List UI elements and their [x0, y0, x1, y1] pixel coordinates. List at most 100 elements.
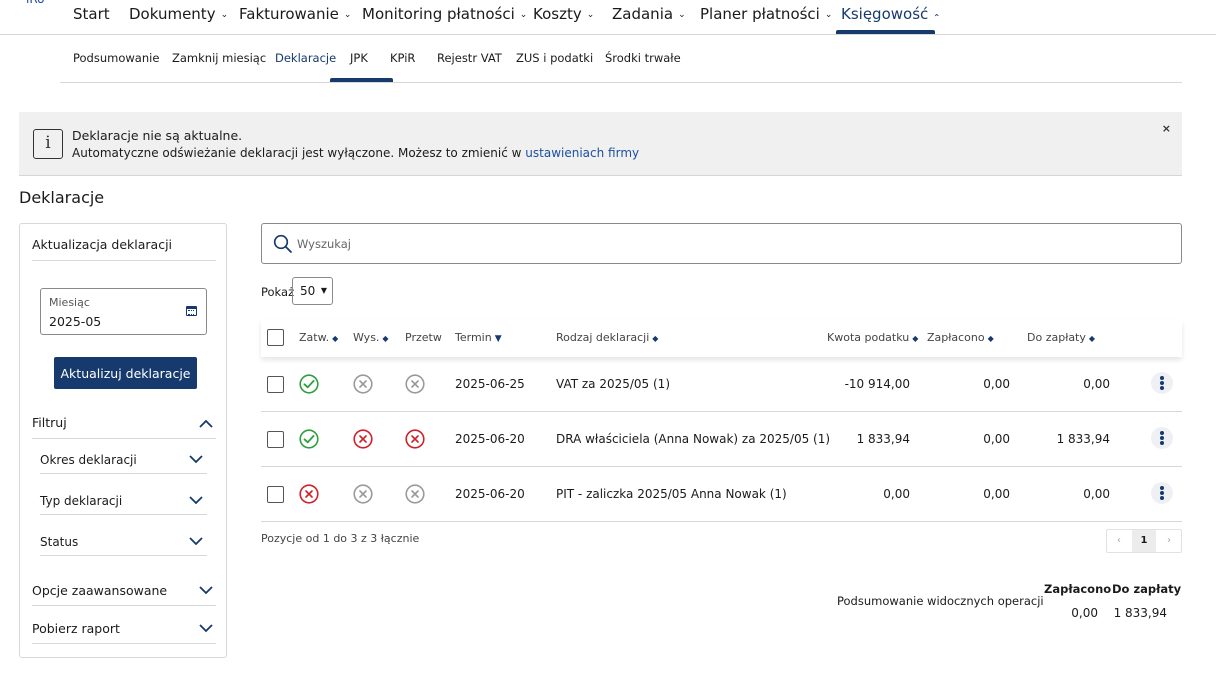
- sub-navigation: Podsumowanie Zamknij miesiąc Deklaracje …: [60, 36, 1182, 83]
- sort-icon: ◆: [1088, 334, 1096, 343]
- month-value[interactable]: 2025-05: [49, 314, 101, 329]
- select-all-checkbox[interactable]: [267, 329, 284, 346]
- tab-deklaracje[interactable]: Deklaracje: [275, 51, 336, 65]
- settings-link[interactable]: ustawieniach firmy: [525, 146, 639, 160]
- more-options-icon[interactable]: [1151, 372, 1173, 394]
- column-tax-amount[interactable]: Kwota podatku ◆: [827, 331, 918, 344]
- error-circle-icon: [353, 429, 373, 449]
- column-type[interactable]: Rodzaj deklaracji ◆: [556, 331, 658, 344]
- pending-circle-icon: [353, 484, 373, 504]
- tab-srodki-trwale[interactable]: Środki trwałe: [605, 51, 681, 65]
- filter-heading[interactable]: Filtruj: [32, 415, 67, 430]
- chevron-down-icon[interactable]: [199, 586, 213, 594]
- chevron-up-icon[interactable]: [199, 420, 213, 428]
- chevron-down-icon[interactable]: [189, 455, 203, 463]
- alert-text: Automatyczne odświeżanie deklaracji jest…: [72, 146, 639, 160]
- sort-icon: ◆: [332, 334, 339, 343]
- cell-type[interactable]: PIT - zaliczka 2025/05 Anna Nowak (1): [556, 487, 787, 501]
- page-size-select[interactable]: 50 ▼: [292, 277, 333, 305]
- chevron-down-icon: ⌄: [343, 10, 352, 20]
- tab-rejestr-vat[interactable]: Rejestr VAT: [437, 51, 502, 65]
- tab-zus-i-podatki[interactable]: ZUS i podatki: [516, 51, 593, 65]
- nav-item-fakturowanie[interactable]: Fakturowanie ⌄: [239, 4, 351, 24]
- chevron-down-icon[interactable]: [189, 537, 203, 545]
- column-deadline[interactable]: Termin ▼: [455, 331, 502, 344]
- tab-jpk[interactable]: JPK: [350, 51, 368, 65]
- nav-item-start[interactable]: Start: [73, 4, 110, 24]
- search-box[interactable]: [261, 223, 1182, 264]
- update-declarations-button[interactable]: Aktualizuj deklaracje: [54, 357, 197, 389]
- pagination: ‹ 1 ›: [1106, 529, 1182, 553]
- download-report[interactable]: Pobierz raport: [32, 621, 120, 636]
- cell-type[interactable]: VAT za 2025/05 (1): [556, 377, 670, 391]
- page-button-current[interactable]: 1: [1132, 530, 1156, 552]
- chevron-down-icon[interactable]: [189, 496, 203, 504]
- divider: [32, 260, 216, 261]
- calendar-icon[interactable]: [186, 306, 197, 316]
- column-label: Termin: [455, 331, 492, 344]
- column-sent[interactable]: Wys. ◆: [353, 331, 389, 344]
- left-panel: Aktualizacja deklaracji Miesiąc 2025-05 …: [19, 223, 227, 658]
- nav-item-ksiegowosc[interactable]: Księgowość ⌄: [841, 4, 941, 24]
- column-label: Kwota podatku: [827, 331, 910, 344]
- nav-item-label: Monitoring płatności: [362, 5, 515, 23]
- logo[interactable]: iRo: [26, 0, 44, 6]
- nav-item-label: Zadania: [612, 5, 674, 23]
- filter-typ[interactable]: Typ deklaracji: [40, 494, 122, 508]
- more-options-icon[interactable]: [1151, 482, 1173, 504]
- table-row[interactable]: 2025-06-20 PIT - zaliczka 2025/05 Anna No…: [261, 467, 1182, 522]
- column-paid[interactable]: Zapłacono ◆: [927, 331, 994, 344]
- next-page-button[interactable]: ›: [1157, 530, 1181, 552]
- filter-okres[interactable]: Okres deklaracji: [40, 453, 137, 467]
- search-input[interactable]: [297, 234, 1157, 254]
- row-checkbox[interactable]: [267, 431, 284, 448]
- info-icon: i: [33, 129, 63, 159]
- positions-info: Pozycje od 1 do 3 z 3 łącznie: [261, 532, 420, 545]
- nav-item-dokumenty[interactable]: Dokumenty ⌄: [129, 4, 228, 24]
- sort-icon: ◆: [912, 334, 919, 343]
- month-field[interactable]: Miesiąc 2025-05: [40, 288, 207, 335]
- nav-item-monitoring[interactable]: Monitoring płatności ⌄: [362, 4, 527, 24]
- table-row[interactable]: 2025-06-20 DRA właściciela (Anna Nowak) z…: [261, 412, 1182, 467]
- advanced-options[interactable]: Opcje zaawansowane: [32, 583, 167, 598]
- nav-item-planer[interactable]: Planer płatności ⌄: [700, 4, 832, 24]
- cell-type[interactable]: DRA właściciela (Anna Nowak) za 2025/05 …: [556, 432, 830, 446]
- prev-page-button[interactable]: ‹: [1107, 530, 1131, 552]
- pending-circle-icon: [405, 484, 425, 504]
- chevron-up-icon: ⌄: [933, 11, 941, 21]
- divider: [32, 643, 216, 644]
- divider: [40, 555, 207, 556]
- column-to-pay[interactable]: Do zapłaty ◆: [1027, 331, 1095, 344]
- page-title: Deklaracje: [19, 188, 105, 207]
- top-navigation: iRo Start Dokumenty ⌄ Fakturowanie ⌄ Monit…: [0, 0, 1216, 35]
- nav-item-label: Koszty: [533, 5, 582, 23]
- column-label: Rodzaj deklaracji: [556, 331, 650, 344]
- chevron-down-icon[interactable]: [199, 624, 213, 632]
- nav-item-zadania[interactable]: Zadania ⌄: [612, 4, 686, 24]
- cell-to-pay: 0,00: [1083, 377, 1110, 391]
- column-label: Zapłacono: [927, 331, 985, 344]
- tab-podsumowanie[interactable]: Podsumowanie: [73, 51, 159, 65]
- summary-label: Podsumowanie widocznych operacji: [837, 594, 1044, 608]
- chevron-down-icon: ⌄: [519, 10, 528, 20]
- tab-kpir[interactable]: KPiR: [390, 51, 415, 65]
- column-label: Przetw: [405, 331, 442, 344]
- table-row[interactable]: 2025-06-25 VAT za 2025/05 (1) -10 914,00 0,…: [261, 357, 1182, 412]
- error-circle-icon: [405, 429, 425, 449]
- divider: [32, 438, 216, 439]
- cell-paid: 0,00: [983, 432, 1010, 446]
- check-circle-icon: [299, 374, 319, 394]
- pending-circle-icon: [405, 374, 425, 394]
- tab-zamknij-miesiac[interactable]: Zamknij miesiąc: [172, 51, 266, 65]
- filter-status[interactable]: Status: [40, 535, 78, 549]
- divider: [32, 605, 216, 606]
- column-approved[interactable]: Zatw. ◆: [299, 331, 338, 344]
- row-checkbox[interactable]: [267, 376, 284, 393]
- summary-paid-label: Zapłacono: [1044, 582, 1112, 596]
- close-icon[interactable]: ×: [1162, 122, 1171, 135]
- update-heading: Aktualizacja deklaracji: [32, 237, 173, 252]
- row-checkbox[interactable]: [267, 486, 284, 503]
- nav-item-koszty[interactable]: Koszty ⌄: [533, 4, 594, 24]
- more-options-icon[interactable]: [1151, 427, 1173, 449]
- chevron-down-icon: ⌄: [678, 10, 686, 20]
